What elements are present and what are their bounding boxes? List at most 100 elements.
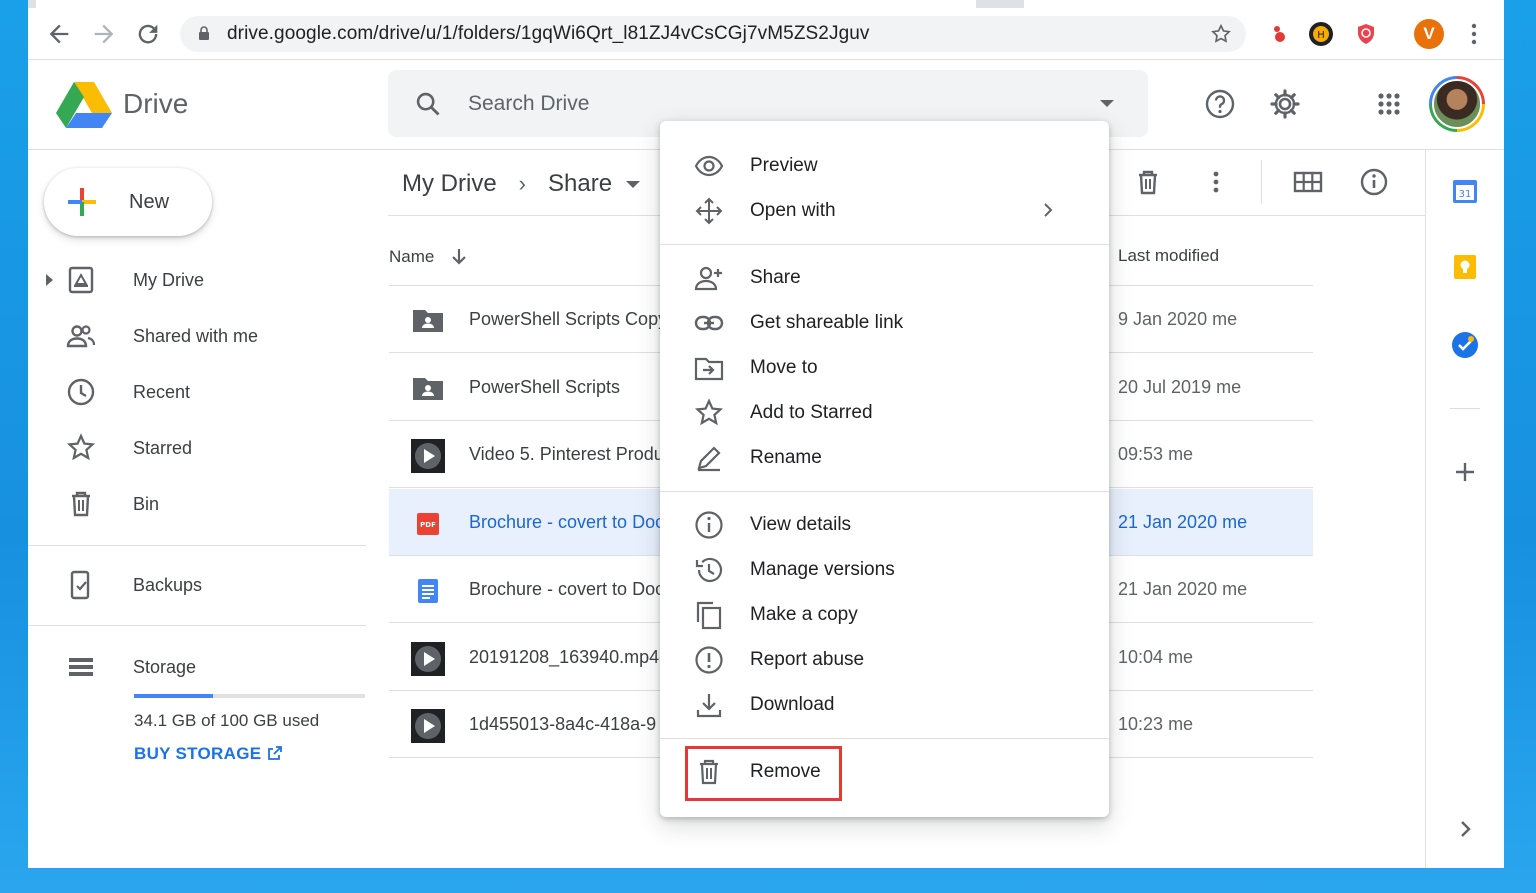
- grid-view-icon[interactable]: [1293, 168, 1323, 196]
- keep-icon[interactable]: [1450, 252, 1480, 282]
- sidebar-item-label: My Drive: [133, 270, 204, 290]
- tasks-icon[interactable]: [1450, 330, 1480, 360]
- browser-profile-avatar[interactable]: V: [1414, 19, 1444, 49]
- file-name[interactable]: PowerShell Scripts: [469, 354, 669, 421]
- menu-item-add-to-starred[interactable]: Add to Starred: [660, 390, 1109, 435]
- file-name[interactable]: Video 5. Pinterest Product: [469, 421, 669, 488]
- menu-item-get-shareable-link[interactable]: Get shareable link: [660, 300, 1109, 345]
- expand-panel-chevron-icon[interactable]: [1450, 814, 1480, 844]
- modified-date: 21 Jan 2020: [1118, 511, 1218, 532]
- tab-inactive[interactable]: [1024, 0, 1504, 8]
- modified-owner: me: [1168, 646, 1194, 667]
- sidebar-item-label: Starred: [133, 438, 193, 458]
- sidebar-item-my-drive[interactable]: My Drive: [28, 252, 368, 308]
- sidebar-item-storage[interactable]: Storage: [28, 639, 368, 695]
- calendar-icon[interactable]: 31: [1450, 176, 1480, 206]
- modified-date: 10:23: [1118, 714, 1164, 734]
- new-button[interactable]: New: [44, 168, 212, 236]
- search-input[interactable]: Search Drive: [468, 70, 589, 137]
- menu-separator: [660, 244, 1109, 245]
- file-name[interactable]: 20191208_163940.mp4: [469, 624, 669, 691]
- file-name[interactable]: PowerShell Scripts Copy: [469, 286, 669, 353]
- info-icon: [695, 511, 723, 539]
- breadcrumb-my-drive[interactable]: My Drive: [402, 170, 497, 198]
- file-name[interactable]: Brochure - covert to Doc: [469, 489, 669, 556]
- modified-owner: me: [1168, 444, 1194, 464]
- reload-button[interactable]: [134, 20, 162, 48]
- account-avatar[interactable]: [1429, 76, 1485, 132]
- menu-item-share[interactable]: Share: [660, 255, 1109, 300]
- back-button[interactable]: [45, 20, 73, 48]
- modified-owner: me: [1222, 579, 1248, 599]
- menu-item-report-abuse[interactable]: Report abuse: [660, 637, 1109, 682]
- move-to-folder-icon: [694, 357, 724, 381]
- sidebar-item-bin[interactable]: Bin: [28, 476, 368, 532]
- sidebar-item-backups[interactable]: Backups: [28, 557, 368, 613]
- submenu-chevron-icon: [1044, 203, 1053, 217]
- backup-device-icon: [70, 570, 90, 600]
- bookmark-star-icon[interactable]: [1210, 23, 1232, 45]
- extension-shield-icon[interactable]: [1354, 22, 1378, 46]
- star-icon: [694, 398, 724, 426]
- column-header-name[interactable]: Name: [389, 246, 470, 268]
- modified-date: 10:04: [1118, 646, 1164, 667]
- modified-date: 21 Jan 2020: [1118, 579, 1218, 599]
- modified-date: 09:53: [1118, 444, 1164, 464]
- menu-item-rename[interactable]: Rename: [660, 435, 1109, 480]
- add-addon-plus-icon[interactable]: [1450, 457, 1480, 487]
- menu-item-label: Make a copy: [750, 604, 858, 625]
- browser-menu-icon[interactable]: [1464, 20, 1484, 48]
- sidebar-divider: [28, 545, 366, 546]
- delete-toolbar-icon[interactable]: [1134, 168, 1162, 196]
- drive-logo-icon[interactable]: [56, 80, 112, 128]
- more-actions-icon[interactable]: [1202, 168, 1230, 196]
- help-icon[interactable]: [1204, 88, 1236, 120]
- extension-badge-icon[interactable]: H: [1309, 22, 1333, 46]
- sidebar-item-shared-with-me[interactable]: Shared with me: [28, 308, 368, 364]
- menu-item-label: Add to Starred: [750, 402, 873, 423]
- file-last-modified: 21 Jan 2020 me: [1118, 489, 1247, 556]
- extension-red-icon[interactable]: [1268, 22, 1292, 46]
- address-bar[interactable]: drive.google.com/drive/u/1/folders/1gqWi…: [180, 16, 1246, 52]
- video-icon: [411, 439, 445, 473]
- search-options-caret-icon[interactable]: [1100, 100, 1114, 107]
- menu-item-preview[interactable]: Preview: [660, 143, 1109, 188]
- settings-gear-icon[interactable]: [1269, 88, 1301, 120]
- breadcrumb-current-folder[interactable]: Share: [548, 170, 612, 198]
- my-drive-icon: [68, 266, 94, 294]
- sidebar-item-label: Bin: [133, 494, 160, 514]
- search-icon[interactable]: [414, 90, 442, 118]
- expand-arrow-icon[interactable]: [46, 274, 53, 286]
- file-name[interactable]: Brochure - covert to Doc: [469, 556, 669, 623]
- forward-button[interactable]: [90, 20, 118, 48]
- folder-menu-caret-icon[interactable]: [626, 180, 641, 188]
- app-name[interactable]: Drive: [123, 88, 188, 120]
- info-toolbar-icon[interactable]: [1360, 168, 1388, 196]
- breadcrumb: My Drive › Share: [402, 164, 641, 204]
- storage-progress-bar: [134, 694, 365, 698]
- menu-item-download[interactable]: Download: [660, 682, 1109, 727]
- column-header-last-modified[interactable]: Last modified: [1118, 246, 1219, 266]
- modified-owner: me: [1168, 714, 1194, 734]
- storage-usage-text: 34.1 GB of 100 GB used: [134, 711, 320, 730]
- menu-item-view-details[interactable]: View details: [660, 502, 1109, 547]
- shared-folder-icon: [411, 372, 445, 406]
- menu-item-move-to[interactable]: Move to: [660, 345, 1109, 390]
- storage-progress-fill: [134, 694, 213, 698]
- menu-item-open-with[interactable]: Open with: [660, 188, 1109, 233]
- sidebar-item-recent[interactable]: Recent: [28, 364, 368, 420]
- file-last-modified: 09:53 me: [1118, 421, 1193, 488]
- file-last-modified: 10:04 me: [1118, 624, 1193, 691]
- sidebar-item-starred[interactable]: Starred: [28, 420, 368, 476]
- apps-grid-icon[interactable]: [1373, 88, 1405, 120]
- menu-item-label: Get shareable link: [750, 312, 904, 333]
- external-link-icon: [268, 746, 283, 760]
- sort-down-arrow-icon[interactable]: [448, 246, 470, 268]
- menu-item-make-a-copy[interactable]: Make a copy: [660, 592, 1109, 637]
- url-text[interactable]: drive.google.com/drive/u/1/folders/1gqWi…: [227, 16, 870, 52]
- file-name[interactable]: 1d455013-8a4c-418a-9: [469, 691, 669, 758]
- buy-storage-link[interactable]: BUY STORAGE: [134, 744, 283, 764]
- modified-date: 9 Jan 2020: [1118, 309, 1208, 329]
- menu-item-manage-versions[interactable]: Manage versions: [660, 547, 1109, 592]
- tab-active[interactable]: [36, 0, 976, 8]
